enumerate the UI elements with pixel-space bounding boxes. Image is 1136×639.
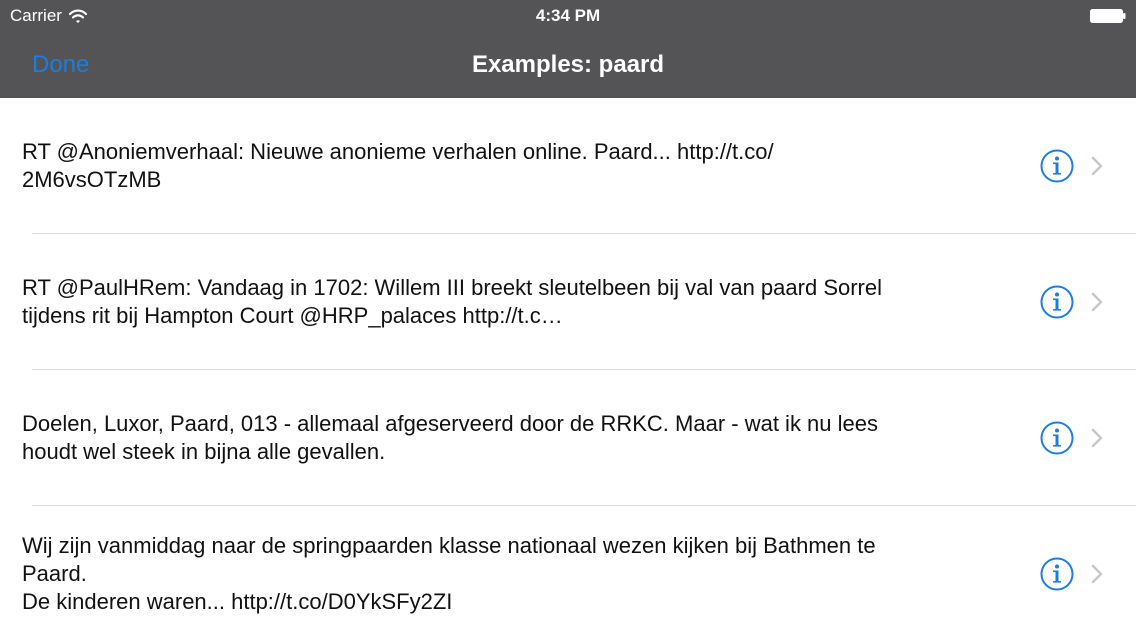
chevron-right-icon — [1091, 428, 1103, 448]
chevron-right-icon — [1091, 156, 1103, 176]
info-icon[interactable] — [1040, 421, 1074, 455]
examples-list: RT @Anoniemverhaal: Nieuwe anonieme verh… — [0, 98, 1136, 639]
example-text: RT @PaulHRem: Vandaag in 1702: Willem II… — [22, 275, 882, 328]
chevron-right-icon — [1091, 292, 1103, 312]
info-icon[interactable] — [1040, 285, 1074, 319]
done-button[interactable]: Done — [32, 51, 89, 79]
list-item[interactable]: Doelen, Luxor, Paard, 013 - allemaal afg… — [0, 370, 1136, 506]
battery-icon — [1090, 9, 1126, 23]
top-bar: Carrier 4:34 PM Done Examples: paard — [0, 0, 1136, 98]
example-text: Doelen, Luxor, Paard, 013 - allemaal afg… — [22, 411, 878, 464]
example-text: RT @Anoniemverhaal: Nieuwe anonieme verh… — [22, 139, 774, 192]
screen: Carrier 4:34 PM Done Examples: paard RT … — [0, 0, 1136, 639]
status-bar: Carrier 4:34 PM — [0, 0, 1136, 32]
chevron-right-icon — [1091, 564, 1103, 584]
status-time: 4:34 PM — [535, 6, 601, 25]
navigation-bar: Done Examples: paard — [0, 32, 1136, 98]
info-icon[interactable] — [1040, 149, 1074, 183]
list-item[interactable]: RT @Anoniemverhaal: Nieuwe anonieme verh… — [0, 98, 1136, 234]
list-item[interactable]: RT @PaulHRem: Vandaag in 1702: Willem II… — [0, 234, 1136, 370]
list-item[interactable]: Wij zijn vanmiddag naar de springpaarden… — [0, 506, 1136, 639]
example-text: Wij zijn vanmiddag naar de springpaarden… — [22, 533, 876, 614]
page-title: Examples: paard — [471, 51, 665, 78]
info-icon[interactable] — [1040, 557, 1074, 591]
